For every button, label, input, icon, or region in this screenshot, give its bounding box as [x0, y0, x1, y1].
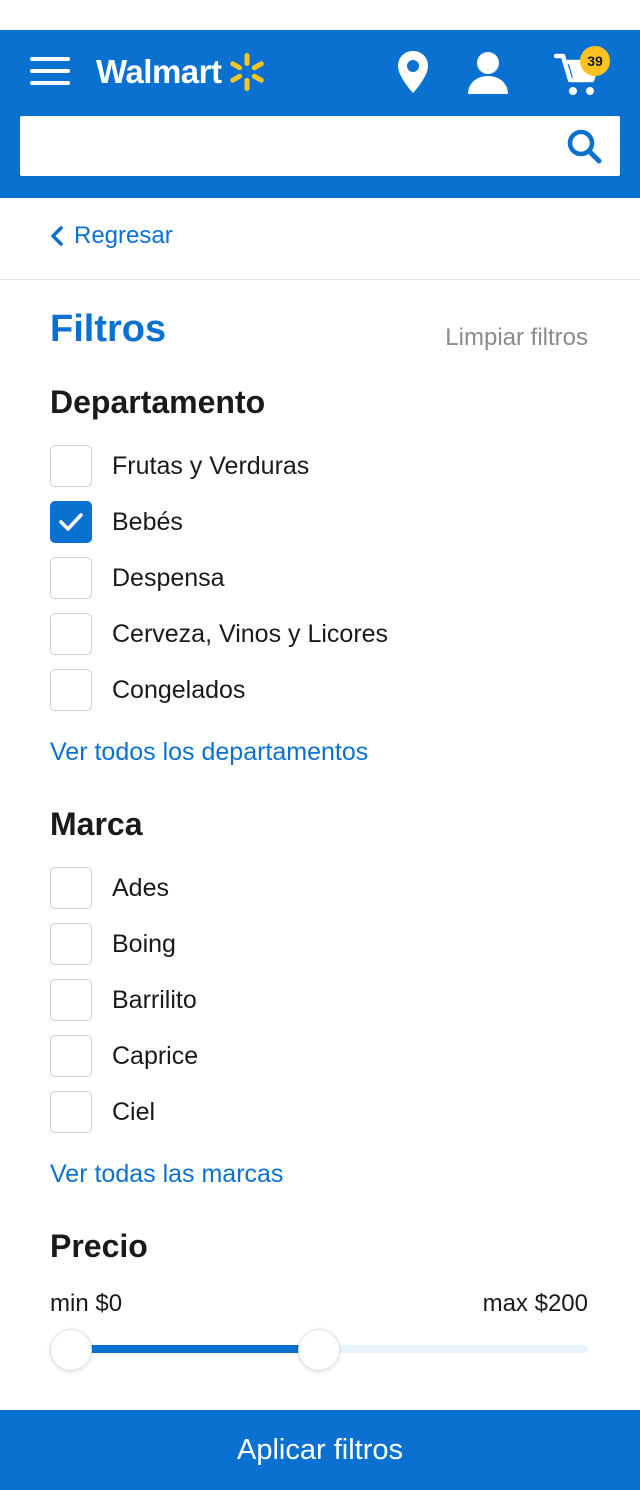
price-max-label: max $200 — [482, 1290, 588, 1317]
price-range-slider[interactable] — [50, 1329, 588, 1371]
checkbox[interactable] — [50, 1091, 92, 1133]
page-title: Filtros — [50, 308, 167, 350]
checkmark-icon — [59, 513, 83, 531]
checkbox[interactable] — [50, 445, 92, 487]
brand-option-ades[interactable]: Ades — [50, 866, 169, 910]
option-label: Congelados — [112, 675, 246, 704]
filters-page: Walmart 39 Regresar Filtros Limpiar filt… — [0, 0, 640, 1490]
department-option-congelados[interactable]: Congelados — [50, 668, 245, 712]
option-label: Ades — [112, 873, 169, 902]
department-option-frutas[interactable]: Frutas y Verduras — [50, 444, 309, 488]
checkbox[interactable] — [50, 979, 92, 1021]
brand-section-title: Marca — [50, 806, 143, 842]
department-option-cerveza[interactable]: Cerveza, Vinos y Licores — [50, 612, 388, 656]
search-bar — [20, 116, 620, 176]
brand-option-barrilito[interactable]: Barrilito — [50, 978, 197, 1022]
menu-icon[interactable] — [30, 57, 70, 87]
top-header: Walmart 39 — [0, 30, 640, 198]
option-label: Bebés — [112, 507, 183, 536]
see-all-brands-link[interactable]: Ver todas las marcas — [50, 1160, 283, 1189]
account-icon[interactable] — [466, 50, 510, 94]
checkbox[interactable] — [50, 867, 92, 909]
slider-track-selected — [71, 1345, 319, 1353]
option-label: Caprice — [112, 1041, 199, 1070]
checkbox-checked[interactable] — [50, 501, 92, 543]
filters-header: Filtros Limpiar filtros — [50, 308, 588, 358]
department-option-bebes[interactable]: Bebés — [50, 500, 183, 544]
option-label: Frutas y Verduras — [112, 451, 310, 480]
option-label: Despensa — [112, 563, 225, 592]
back-link[interactable]: Regresar — [50, 222, 173, 250]
see-all-departments-link[interactable]: Ver todos los departamentos — [50, 738, 368, 767]
checkbox[interactable] — [50, 1035, 92, 1077]
brand-option-boing[interactable]: Boing — [50, 922, 176, 966]
clear-filters-link[interactable]: Limpiar filtros — [445, 324, 588, 352]
checkbox[interactable] — [50, 923, 92, 965]
walmart-spark-icon — [230, 53, 265, 91]
department-section-title: Departamento — [50, 384, 266, 420]
walmart-logo[interactable]: Walmart — [96, 52, 267, 92]
back-row: Regresar — [0, 198, 640, 280]
chevron-left-icon — [51, 226, 63, 246]
search-input[interactable] — [20, 116, 550, 176]
cart-count-badge: 39 — [580, 46, 610, 76]
price-section-title: Precio — [50, 1228, 148, 1264]
price-min-label: min $0 — [50, 1290, 123, 1317]
brand-name: Walmart — [96, 53, 222, 90]
option-label: Barrilito — [112, 985, 197, 1014]
brand-option-ciel[interactable]: Ciel — [50, 1090, 155, 1134]
checkbox[interactable] — [50, 669, 92, 711]
apply-filters-button[interactable]: Aplicar filtros — [0, 1410, 640, 1490]
option-label: Boing — [112, 929, 176, 958]
checkbox[interactable] — [50, 613, 92, 655]
slider-min-handle[interactable] — [50, 1329, 92, 1371]
back-label: Regresar — [74, 222, 173, 249]
brand-option-caprice[interactable]: Caprice — [50, 1034, 198, 1078]
slider-max-handle[interactable] — [298, 1329, 340, 1371]
option-label: Cerveza, Vinos y Licores — [112, 619, 389, 648]
checkbox[interactable] — [50, 557, 92, 599]
department-option-despensa[interactable]: Despensa — [50, 556, 225, 600]
location-pin-icon[interactable] — [396, 50, 430, 94]
option-label: Ciel — [112, 1097, 156, 1126]
search-icon[interactable] — [566, 128, 602, 164]
